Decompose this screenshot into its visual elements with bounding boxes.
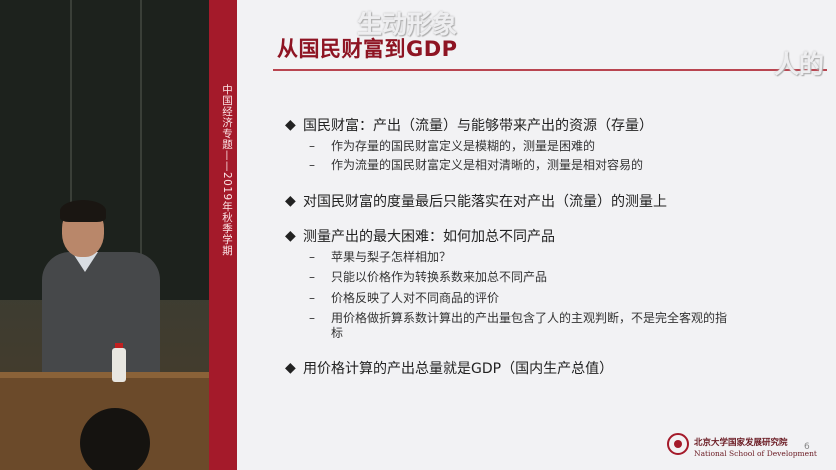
overlay-comment: 生动形象 [357, 10, 458, 39]
sub-bullet-text: 作为存量的国民财富定义是模糊的，测量是困难的 [331, 139, 596, 153]
logo-cn: 北京大学国家发展研究院 [694, 438, 788, 448]
sub-bullet-text: 用价格做折算系数计算出的产出量包含了人的主观判断，不是完全客观的指 [331, 311, 728, 325]
bullet-text: 国民财富：产出（流量）与能够带来产出的资源（存量） [303, 118, 653, 134]
sub-bullet-text: 作为流量的国民财富定义是相对清晰的，测量是相对容易的 [331, 158, 644, 172]
dash-icon: – [309, 139, 315, 153]
bullet-diamond-icon: ◆ [285, 117, 296, 133]
bullet-diamond-icon: ◆ [285, 228, 296, 244]
dash-icon: – [309, 291, 315, 305]
slide: 从国民财富到GDP ◆ 国民财富：产出（流量）与能够带来产出的资源（存量） – … [237, 0, 836, 470]
overlay-comment: 人的 [774, 50, 825, 79]
bullet-text: 测量产出的最大困难：如何加总不同产品 [303, 229, 555, 245]
dash-icon: – [309, 270, 315, 284]
lecture-video [0, 0, 209, 470]
logo-en: National School of Development [694, 449, 817, 458]
sub-bullet-text-continued: 标 [331, 326, 344, 340]
title-underline [273, 69, 827, 71]
lecturer-hair [60, 200, 106, 222]
bullet-diamond-icon: ◆ [285, 360, 296, 376]
bullet-text: 对国民财富的度量最后只能落实在对产出（流量）的测量上 [303, 194, 667, 210]
sub-bullet-text: 价格反映了人对不同商品的评价 [331, 291, 500, 305]
dash-icon: – [309, 311, 315, 325]
sub-bullet-text: 只能以价格作为转换系数来加总不同产品 [331, 270, 548, 284]
lecturer-body [42, 252, 160, 382]
sub-bullet-text: 苹果与梨子怎样相加？ [331, 250, 452, 264]
pku-seal-icon [667, 433, 689, 455]
dash-icon: – [309, 158, 315, 172]
bullet-text: 用价格计算的产出总量就是GDP（国内生产总值） [303, 361, 614, 377]
water-bottle [112, 348, 126, 382]
page-number: 6 [804, 442, 810, 452]
audience-head [80, 408, 150, 470]
course-label: 中国经济专题——2019年秋季学期 [221, 84, 233, 256]
bullet-diamond-icon: ◆ [285, 193, 296, 209]
dash-icon: – [309, 250, 315, 264]
